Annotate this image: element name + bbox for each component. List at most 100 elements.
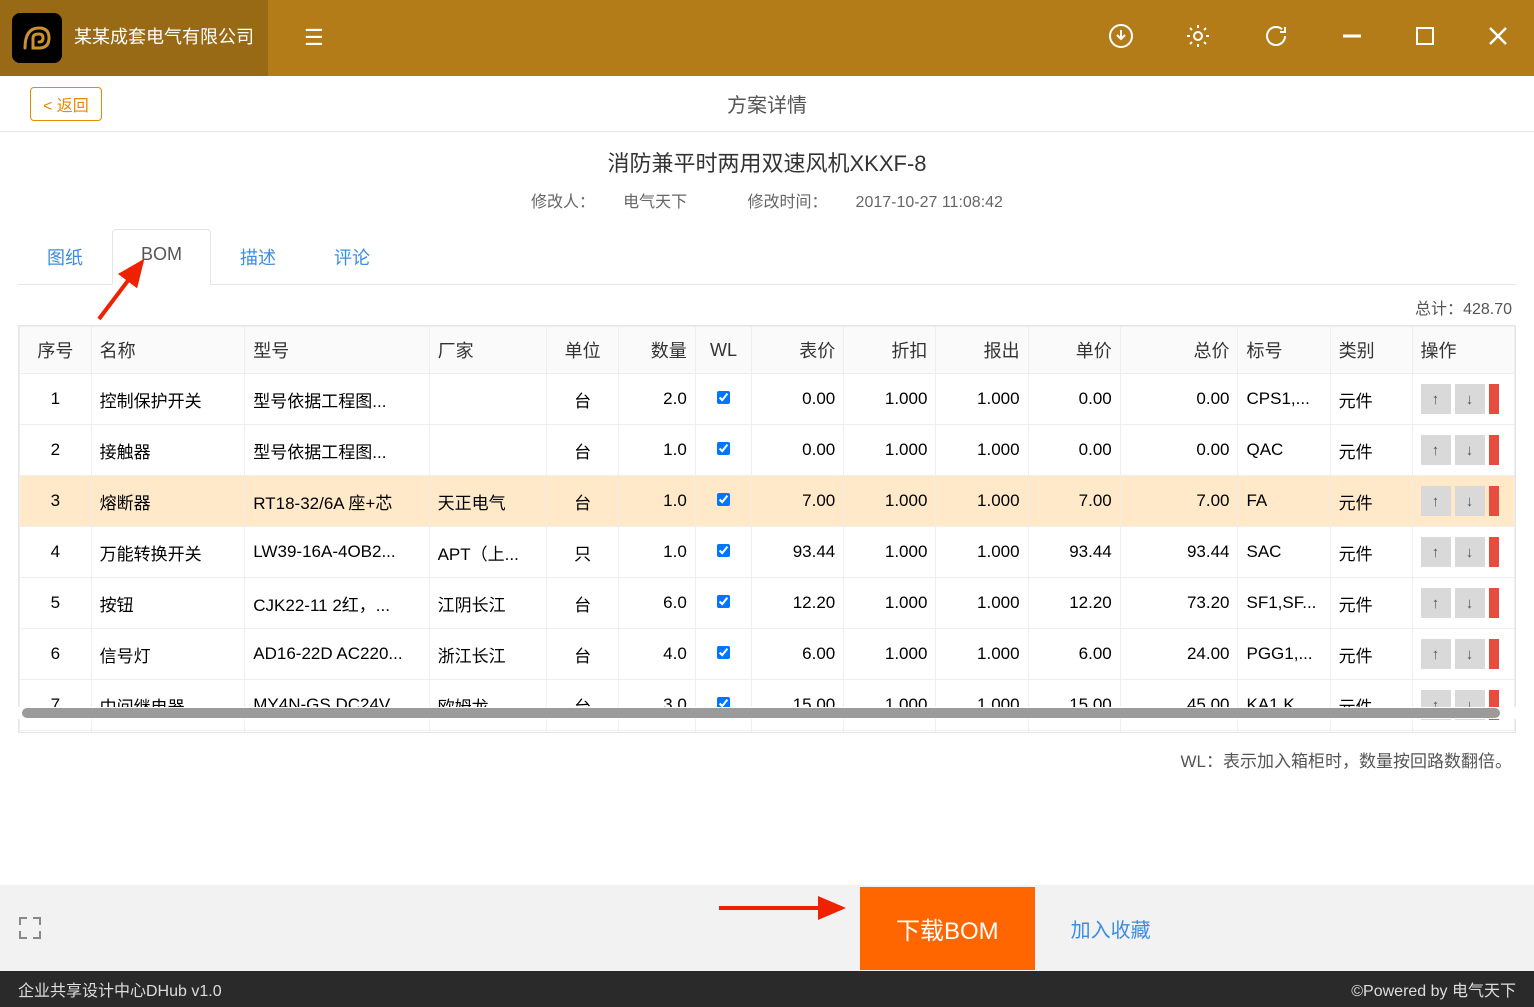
minimize-icon[interactable] [1340,24,1364,53]
col-14: 操作 [1412,327,1514,374]
wl-note: WL：表示加入箱柜时，数量按回路数翻倍。 [0,733,1534,772]
cell: 1.0 [619,425,696,476]
cell: 93.44 [752,527,844,578]
delete-button[interactable] [1489,486,1499,516]
settings-gear-icon[interactable] [1184,22,1212,55]
close-icon[interactable] [1486,24,1510,53]
move-up-button[interactable]: ↑ [1421,435,1451,465]
refresh-icon[interactable] [1262,22,1290,55]
table-row[interactable]: 3熔断器RT18-32/6A 座+芯天正电气台1.07.001.0001.000… [20,476,1515,527]
cell: 0.00 [1120,374,1238,425]
delete-button[interactable] [1489,639,1499,669]
bom-table-wrap: 序号名称型号厂家单位数量WL表价折扣报出单价总价标号类别操作 1控制保护开关型号… [18,325,1516,733]
move-down-button[interactable]: ↓ [1455,435,1485,465]
cell: 0.00 [1028,374,1120,425]
footer-bar: 下载BOM 加入收藏 [0,885,1534,971]
move-down-button[interactable]: ↓ [1455,639,1485,669]
menu-toggle-icon[interactable]: ☰ [304,25,324,51]
move-up-button[interactable]: ↑ [1421,537,1451,567]
wl-checkbox[interactable] [717,391,730,404]
table-row[interactable]: 2接触器型号依据工程图...台1.00.001.0001.0000.000.00… [20,425,1515,476]
cell: 台 [547,731,619,734]
table-row[interactable]: 5按钮CJK22-11 2红，...江阴长江台6.012.201.0001.00… [20,578,1515,629]
tabs: 图纸BOM描述评论 [18,228,1516,285]
download-circle-icon[interactable] [1108,23,1134,54]
cell: 元件 [1330,527,1412,578]
cell [429,425,547,476]
table-row[interactable]: 4万能转换开关LW39-16A-4OB2...APT（上...只1.093.44… [20,527,1515,578]
col-4: 单位 [547,327,619,374]
wl-checkbox[interactable] [717,442,730,455]
wl-checkbox[interactable] [717,544,730,557]
delete-button[interactable] [1489,588,1499,618]
cell: 熔断器 [91,476,245,527]
move-up-button[interactable]: ↑ [1421,588,1451,618]
cell: PGG1,... [1238,629,1330,680]
delete-button[interactable] [1489,435,1499,465]
cell: 1.000 [936,374,1028,425]
cell: QAC [1238,425,1330,476]
move-down-button[interactable]: ↓ [1455,537,1485,567]
col-0: 序号 [20,327,92,374]
tab-3[interactable]: 评论 [305,229,399,285]
page-title: 方案详情 [727,89,807,118]
download-bom-button[interactable]: 下载BOM [860,887,1035,970]
move-up-button[interactable]: ↑ [1421,639,1451,669]
cell: 55.90 [752,731,844,734]
tab-0[interactable]: 图纸 [18,229,112,285]
col-12: 标号 [1238,327,1330,374]
cell: SAC [1238,527,1330,578]
cell: 欧姆龙 [429,680,547,731]
window-controls [1108,22,1510,55]
cell: 台 [547,425,619,476]
cell: 6 [20,629,92,680]
total-row: 总计：428.70 [0,285,1534,325]
cell: 1.000 [844,578,936,629]
move-up-button[interactable]: ↑ [1421,486,1451,516]
cell: 93.44 [1120,527,1238,578]
cell: 7.00 [752,476,844,527]
col-6: WL [695,327,751,374]
add-favorite-link[interactable]: 加入收藏 [1071,914,1151,943]
table-row[interactable]: 6信号灯AD16-22D AC220...浙江长江台4.06.001.0001.… [20,629,1515,680]
horizontal-scrollbar[interactable] [18,707,1516,719]
cell: 万能转换开关 [91,527,245,578]
bom-table: 序号名称型号厂家单位数量WL表价折扣报出单价总价标号类别操作 1控制保护开关型号… [19,326,1515,733]
scrollbar-thumb[interactable] [22,708,1500,718]
maximize-icon[interactable] [1414,25,1436,52]
move-down-button[interactable]: ↓ [1455,486,1485,516]
cell: 15.00 [752,680,844,731]
cell: 4.0 [619,629,696,680]
logo-icon [12,13,62,63]
move-down-button[interactable]: ↓ [1455,588,1485,618]
tab-1[interactable]: BOM [112,229,211,285]
move-up-button[interactable]: ↑ [1421,384,1451,414]
cell: 天正电气 [429,731,547,734]
cell: 3 [20,476,92,527]
status-right: ©Powered by 电气天下 [1351,977,1516,1001]
cell: APT（上... [429,527,547,578]
expand-icon[interactable] [0,914,60,942]
wl-checkbox[interactable] [717,646,730,659]
cell: 1.000 [844,680,936,731]
cell: 7.00 [1028,476,1120,527]
cell: 1.000 [936,680,1028,731]
delete-button[interactable] [1489,537,1499,567]
wl-checkbox[interactable] [717,595,730,608]
move-down-button[interactable]: ↓ [1455,384,1485,414]
tab-2[interactable]: 描述 [211,229,305,285]
col-1: 名称 [91,327,245,374]
table-row[interactable]: 7中间继电器MY4N-GS DC24V欧姆龙台3.015.001.0001.00… [20,680,1515,731]
wl-checkbox[interactable] [717,493,730,506]
cell: 4 [20,527,92,578]
table-row[interactable]: 8中间继电器JZC1-44 AC220V天正电气台3.055.901.0001.… [20,731,1515,734]
cell: 1.0 [619,527,696,578]
cell: 元件 [1330,629,1412,680]
cell: CPS1,... [1238,374,1330,425]
table-row[interactable]: 1控制保护开关型号依据工程图...台2.00.001.0001.0000.000… [20,374,1515,425]
cell: 12.20 [1028,578,1120,629]
back-button[interactable]: < 返回 [30,87,102,121]
cell: 6.00 [752,629,844,680]
cell: MY4N-GS DC24V [245,680,429,731]
delete-button[interactable] [1489,384,1499,414]
